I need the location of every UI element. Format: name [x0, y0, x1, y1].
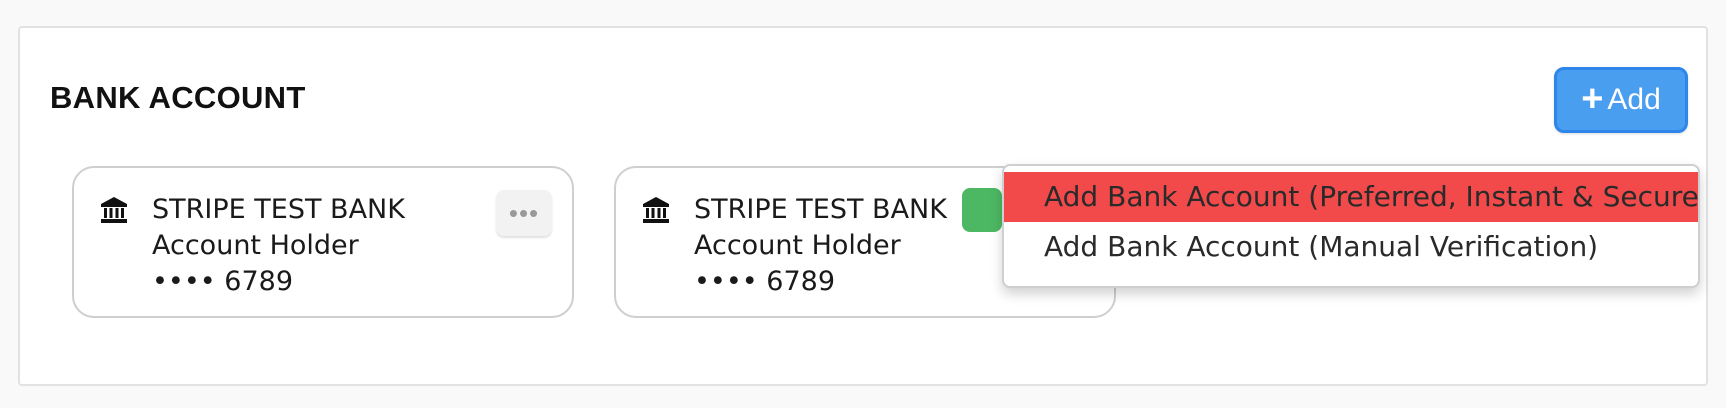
bank-icon	[643, 197, 669, 223]
add-button[interactable]: + Add	[1554, 67, 1688, 133]
menu-item-add-instant[interactable]: Add Bank Account (Preferred, Instant & S…	[1004, 172, 1698, 222]
menu-item-add-manual[interactable]: Add Bank Account (Manual Verification)	[1004, 222, 1698, 272]
account-details: STRIPE TEST BANK Account Holder •••• 678…	[694, 192, 947, 300]
account-number: •••• 6789	[694, 266, 835, 297]
bank-account-panel: BANK ACCOUNT + Add STRIPE TEST BANK Acco…	[18, 26, 1708, 386]
bank-account-card[interactable]: STRIPE TEST BANK Account Holder •••• 678…	[72, 166, 574, 318]
bank-name: STRIPE TEST BANK	[694, 194, 947, 225]
add-options-dropdown: Add Bank Account (Preferred, Instant & S…	[1002, 164, 1700, 288]
bank-icon	[101, 197, 127, 223]
account-number: •••• 6789	[152, 266, 293, 297]
bank-name: STRIPE TEST BANK	[152, 194, 405, 225]
account-details: STRIPE TEST BANK Account Holder •••• 678…	[152, 192, 405, 300]
section-title: BANK ACCOUNT	[50, 80, 306, 115]
account-holder: Account Holder	[152, 230, 359, 261]
plus-icon: +	[1581, 77, 1604, 120]
add-button-label: Add	[1607, 83, 1661, 116]
account-holder: Account Holder	[694, 230, 901, 261]
more-options-button[interactable]: •••	[496, 190, 552, 236]
status-badge	[962, 188, 1002, 232]
